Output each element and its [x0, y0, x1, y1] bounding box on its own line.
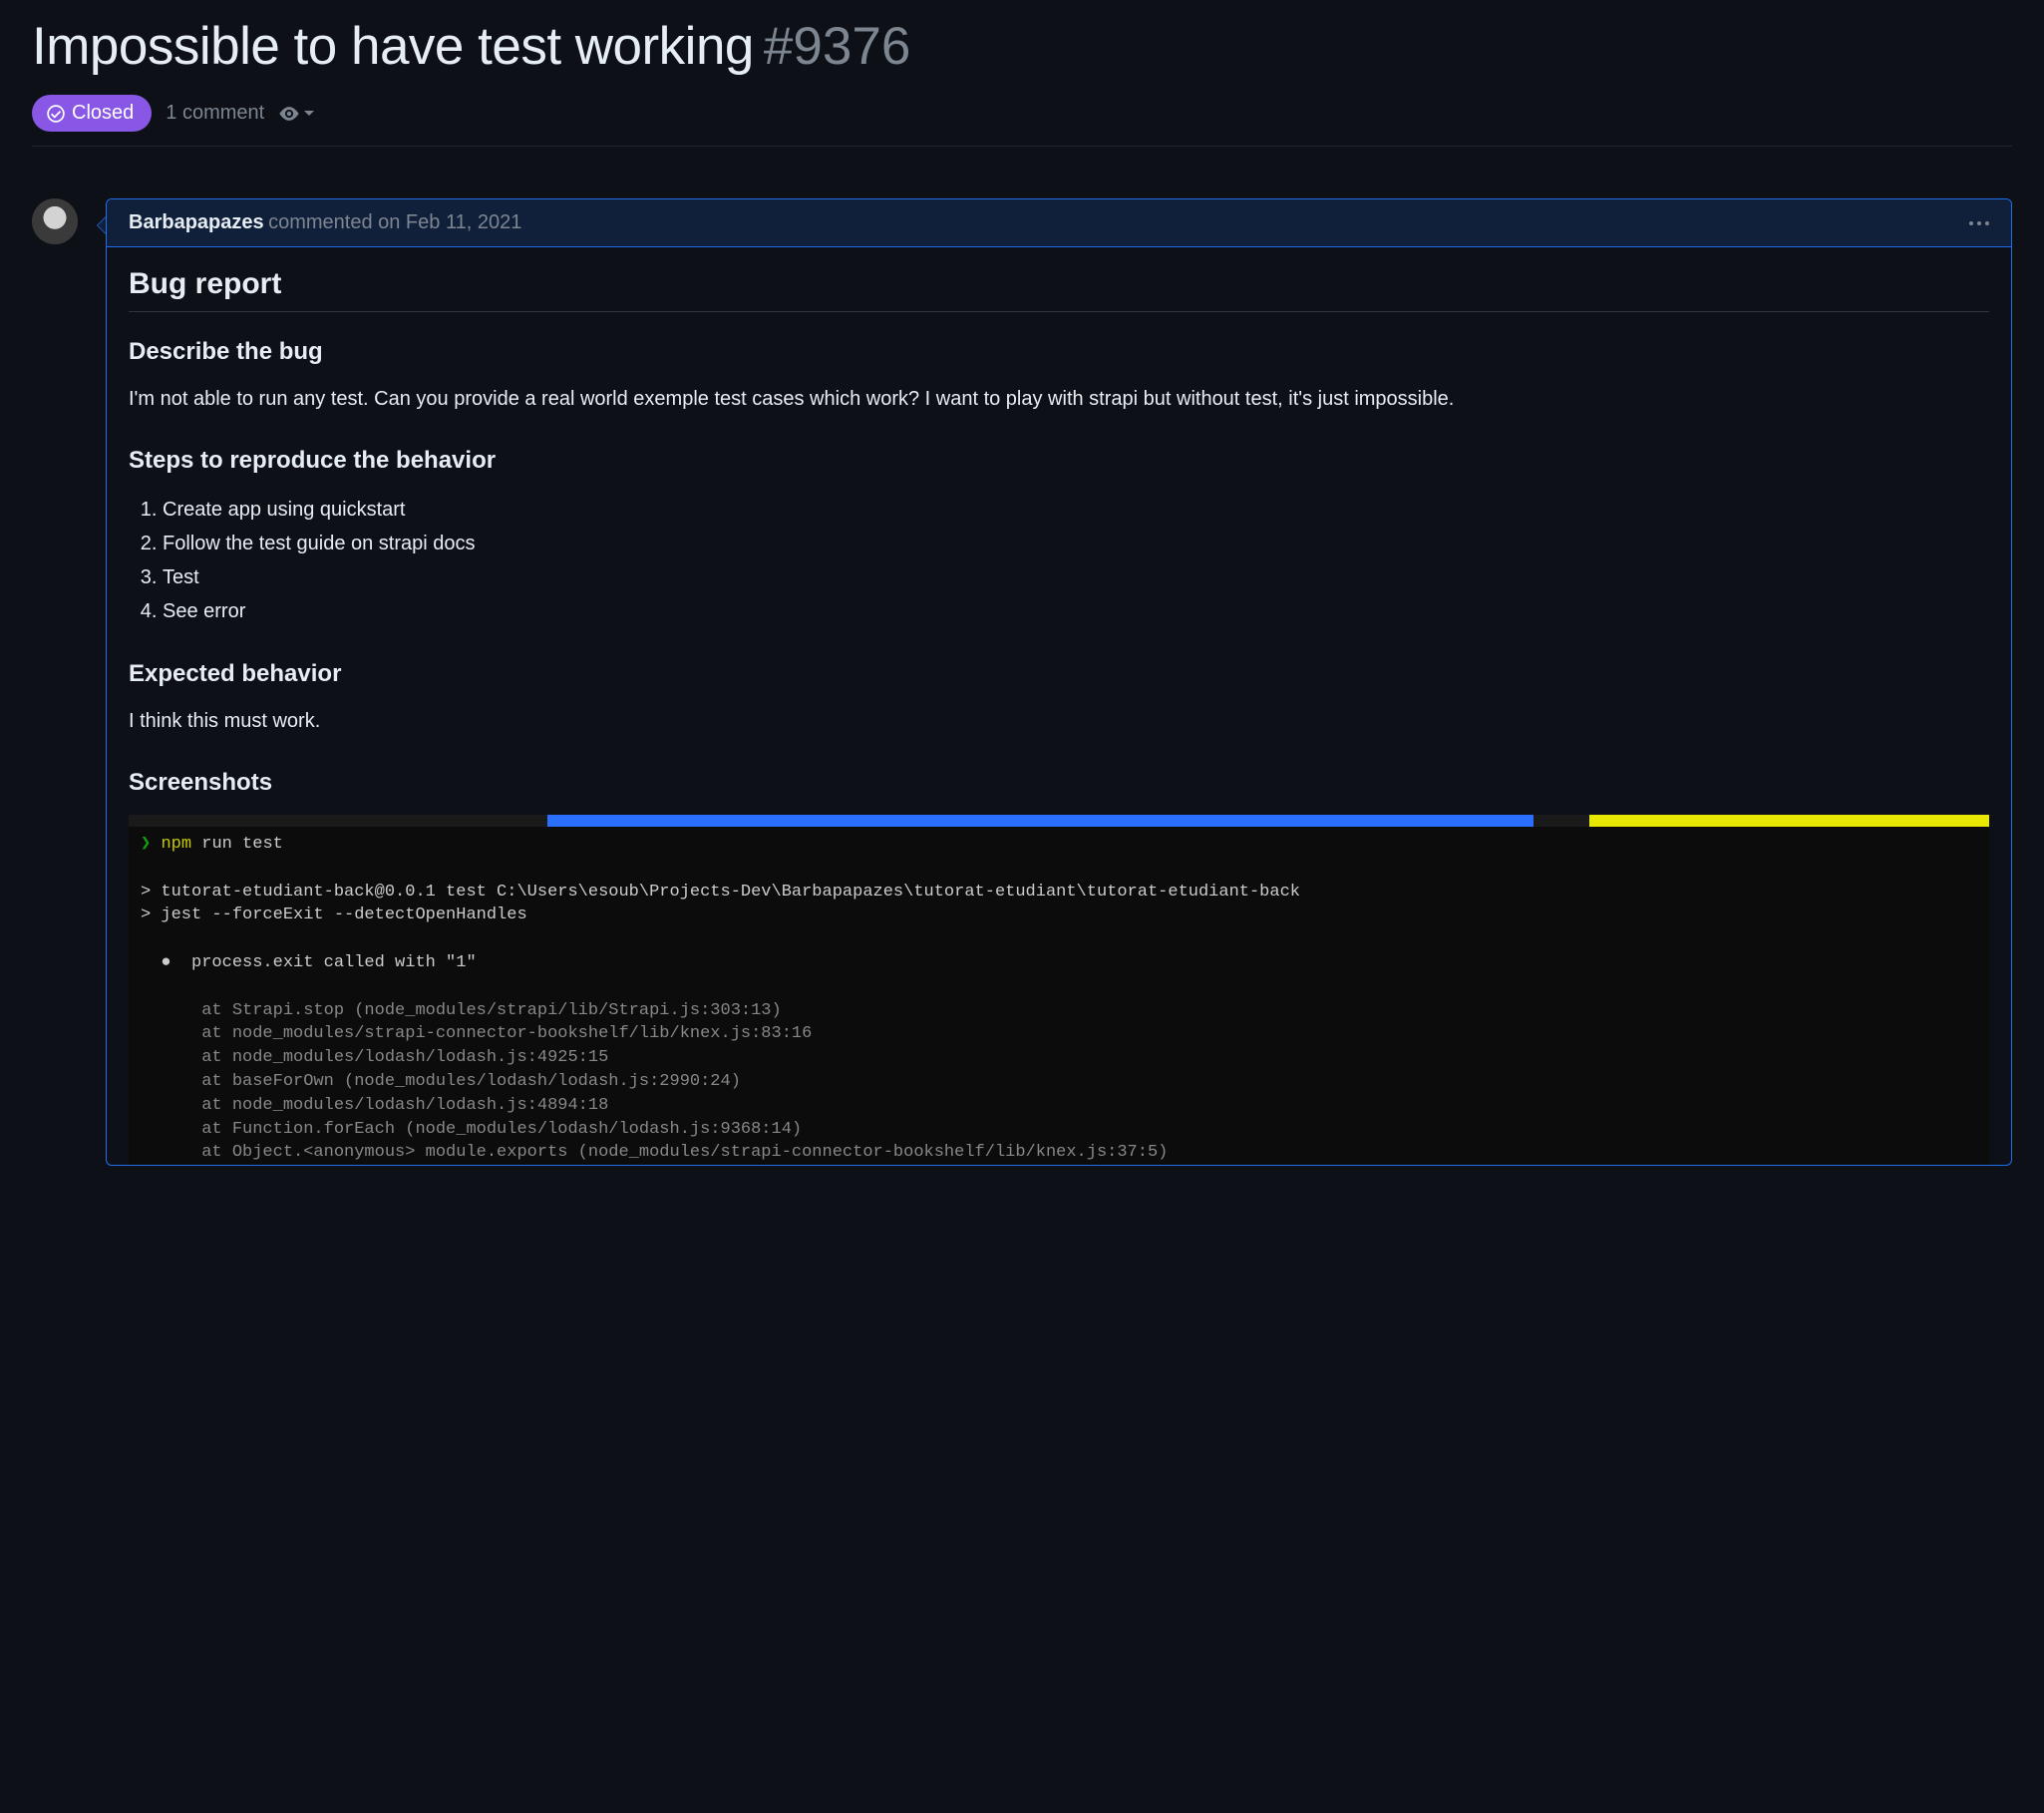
comment-author-link[interactable]: Barbapapazes [129, 211, 264, 233]
bug-report-heading: Bug report [129, 267, 1989, 312]
steps-list: Create app using quickstart Follow the t… [129, 493, 1989, 628]
describe-heading: Describe the bug [129, 338, 1989, 366]
state-badge-closed: Closed [32, 95, 152, 132]
caret-down-icon [304, 109, 314, 119]
terminal-screenshot: ❯ npm run test > tutorat-etudiant-back@0… [129, 815, 1989, 1165]
steps-heading: Steps to reproduce the behavior [129, 447, 1989, 475]
describe-body: I'm not able to run any test. Can you pr… [129, 384, 1989, 415]
list-item: See error [163, 594, 1989, 628]
comment-header: Barbapapazes commented on Feb 11, 2021 [107, 199, 2011, 247]
terminal-tab-bar [129, 815, 1989, 827]
list-item: Create app using quickstart [163, 493, 1989, 527]
subscribe-dropdown[interactable] [278, 103, 314, 125]
issue-number: #9376 [764, 16, 910, 77]
comment-timestamp[interactable]: commented on Feb 11, 2021 [268, 211, 521, 233]
comment-arrow [97, 216, 106, 234]
terminal-output: ❯ npm run test > tutorat-etudiant-back@0… [129, 827, 1989, 1165]
issue-title: Impossible to have test working [32, 16, 754, 77]
state-label: Closed [72, 102, 134, 125]
check-circle-icon [46, 104, 66, 124]
issue-title-row: Impossible to have test working #9376 [32, 16, 2012, 77]
expected-heading: Expected behavior [129, 660, 1989, 688]
issue-comment: Barbapapazes commented on Feb 11, 2021 B… [106, 198, 2012, 1166]
expected-body: I think this must work. [129, 706, 1989, 737]
comment-actions-menu[interactable] [1969, 221, 1989, 225]
author-avatar[interactable] [32, 198, 78, 244]
eye-icon [278, 103, 300, 125]
list-item: Follow the test guide on strapi docs [163, 527, 1989, 560]
comment-count: 1 comment [166, 102, 264, 125]
comment-body: Bug report Describe the bug I'm not able… [107, 247, 2011, 1165]
screenshots-heading: Screenshots [129, 769, 1989, 797]
list-item: Test [163, 560, 1989, 594]
